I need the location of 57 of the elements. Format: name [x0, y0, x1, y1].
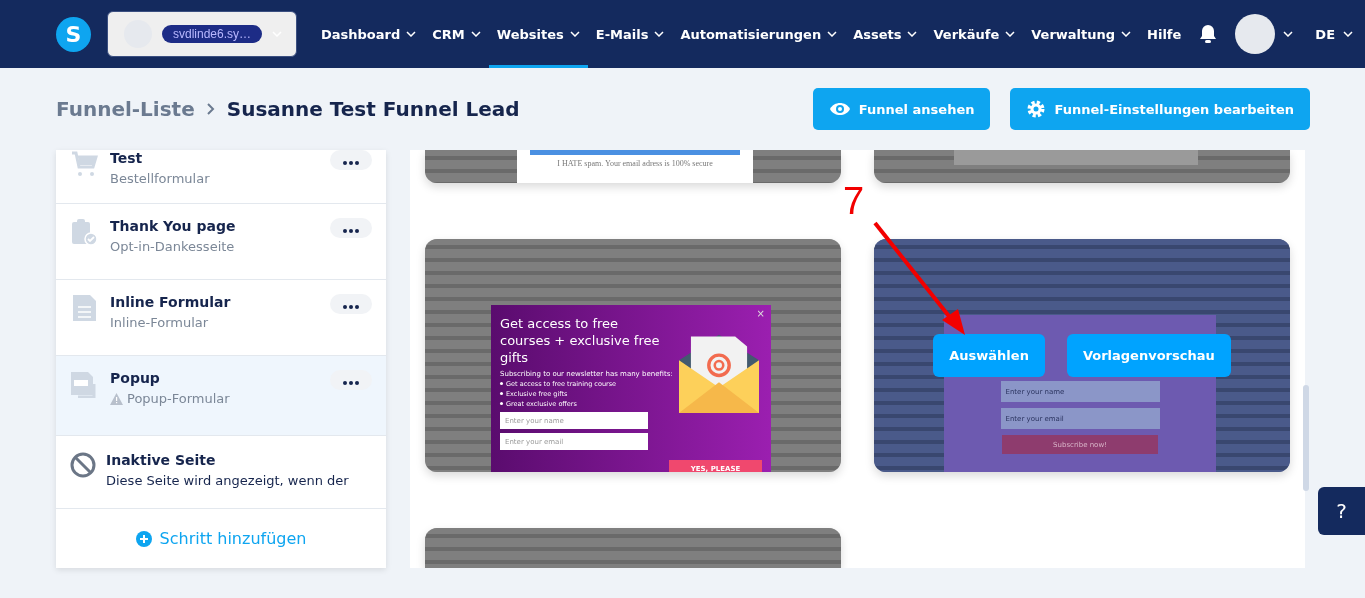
- security-note: I HATE spam. Your email adress is 100% secure: [557, 159, 713, 168]
- funnel-step[interactable]: Popup Popup-Formular: [56, 356, 386, 436]
- document-icon: [70, 370, 98, 398]
- more-button[interactable]: [330, 370, 372, 390]
- more-button[interactable]: [330, 150, 372, 170]
- more-icon: [343, 305, 359, 309]
- more-icon: [343, 229, 359, 233]
- bell-icon[interactable]: [1199, 24, 1218, 44]
- gear-icon: [1026, 99, 1047, 119]
- nav-item[interactable]: E-Mails: [587, 0, 673, 68]
- page-title: Susanne Test Funnel Lead: [226, 97, 520, 121]
- funnel-step[interactable]: Thank You page Opt-in-Dankesseite: [56, 204, 386, 280]
- plus-icon: [135, 530, 152, 547]
- step-title: Inaktive Seite: [106, 452, 217, 468]
- document-icon: [70, 294, 98, 322]
- nav-item[interactable]: Verkäufe: [925, 0, 1024, 68]
- more-button[interactable]: [330, 218, 372, 238]
- step-description: Diese Seite wird angezeigt, wenn der: [106, 473, 349, 488]
- nav-item[interactable]: CRM: [424, 0, 489, 68]
- close-icon: ×: [756, 308, 765, 319]
- step-type: Inline-Formular: [110, 315, 209, 330]
- eye-icon: [828, 102, 851, 116]
- avatar-icon: [1235, 14, 1276, 54]
- user-menu[interactable]: [1235, 14, 1294, 54]
- cart-icon: [70, 150, 98, 178]
- template-card[interactable]: [425, 239, 841, 472]
- step-title: Test: [110, 150, 144, 166]
- account-switcher[interactable]: svdlinde6.sy…: [107, 11, 297, 57]
- funnel-step[interactable]: Test Bestellformular: [56, 150, 386, 204]
- template-card[interactable]: I HATE spam. Your email adress is 100% secure: [425, 150, 841, 183]
- envelope-icon: [679, 333, 759, 413]
- step-type: Bestellformular: [110, 171, 210, 186]
- step-title: Thank You page: [110, 218, 237, 234]
- nav-item[interactable]: Websites: [488, 0, 588, 68]
- scrollbar-thumb[interactable]: [1303, 385, 1309, 491]
- more-icon: [343, 381, 359, 385]
- more-button[interactable]: [330, 294, 372, 314]
- nav-item[interactable]: Verwaltung: [1023, 0, 1140, 68]
- step-type: Popup-Formular: [127, 391, 230, 406]
- nav-item[interactable]: Hilfe: [1139, 0, 1190, 68]
- clipboard-check-icon: [70, 218, 98, 246]
- nav-item[interactable]: Automatisierungen: [672, 0, 846, 68]
- chevron-down-icon: [1283, 31, 1294, 37]
- nav-item[interactable]: Assets: [845, 0, 926, 68]
- ban-icon: [70, 452, 96, 478]
- step-type: Opt-in-Dankesseite: [110, 239, 235, 254]
- help-button[interactable]: ?: [1318, 487, 1365, 535]
- chevron-right-icon: [206, 103, 215, 115]
- more-icon: [343, 161, 359, 165]
- annotation-number: 7: [843, 180, 865, 223]
- breadcrumb-link[interactable]: Funnel-Liste: [56, 97, 195, 121]
- step-title: Popup: [110, 370, 161, 386]
- nav-item[interactable]: Dashboard: [313, 0, 425, 68]
- popup-headline: Get access to free courses + exclusive free gifts: [500, 315, 660, 366]
- language-switcher[interactable]: DE: [1309, 25, 1359, 43]
- chevron-down-icon: [1343, 31, 1353, 37]
- step-title: Inline Formular: [110, 294, 232, 310]
